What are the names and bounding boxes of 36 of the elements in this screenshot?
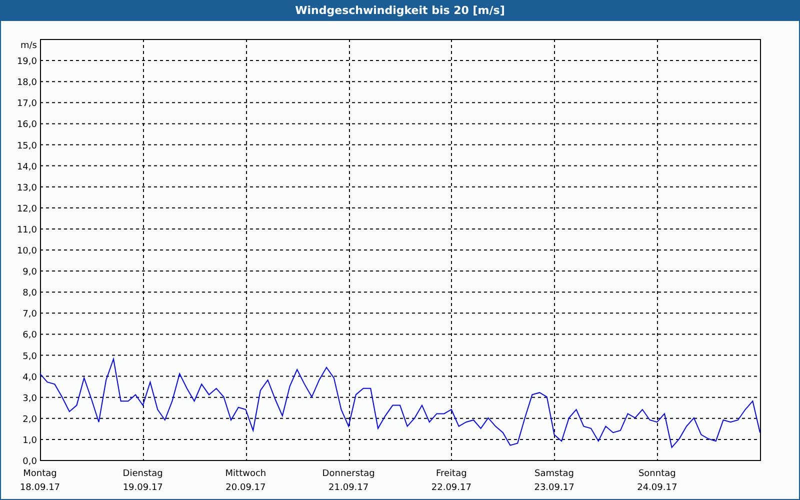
axis-tick-label: Donnerstag (322, 469, 375, 479)
axis-tick-label: 2,0 (22, 414, 37, 425)
axis-tick-label: 6,0 (22, 330, 37, 341)
axis-tick-label: 0,0 (22, 457, 37, 467)
axis-tick-label: Freitag (436, 469, 467, 479)
axis-tick-label: 10,0 (16, 246, 37, 256)
axis-tick-label: 24.09.17 (637, 483, 678, 493)
axis-tick-label: 21.09.17 (328, 483, 369, 493)
axis-tick-label: 18.09.17 (20, 483, 60, 493)
axis-tick-label: 4,0 (22, 372, 37, 383)
axis-tick-label: 23.09.17 (534, 483, 574, 493)
axis-tick-label: 19.09.17 (122, 483, 163, 493)
axis-tick-label: 1,0 (22, 436, 37, 446)
axis-tick-label: Mittwoch (225, 469, 266, 479)
axis-tick-label: 17,0 (16, 99, 37, 110)
axis-tick-label: Samstag (534, 469, 574, 479)
axis-tick-label: 9,0 (22, 268, 37, 278)
axis-tick-label: 5,0 (22, 352, 37, 362)
axis-tick-label: 7,0 (22, 310, 37, 320)
axis-tick-label: 12,0 (16, 204, 37, 214)
axis-tick-label: Dienstag (122, 469, 163, 479)
axis-tick-label: 13,0 (16, 183, 37, 194)
axis-tick-label: 11,0 (16, 225, 37, 236)
axis-tick-label: 20.09.17 (226, 483, 266, 493)
axis-tick-label: 14,0 (16, 162, 37, 172)
axis-tick-label: 15,0 (16, 141, 37, 152)
axis-tick-label: 19,0 (16, 57, 37, 68)
axis-tick-label: Sonntag (638, 469, 676, 479)
axis-tick-label: 8,0 (22, 288, 37, 299)
axis-unit-label: m/s (20, 41, 37, 51)
axis-tick-label: 3,0 (22, 394, 37, 404)
axis-tick-label: 16,0 (16, 120, 37, 130)
axis-tick-label: 22.09.17 (431, 483, 472, 493)
axis-tick-label: 18,0 (16, 78, 37, 88)
window-title: Windgeschwindigkeit bis 20 [m/s] (1, 1, 799, 21)
axis-tick-label: Montag (23, 469, 57, 479)
